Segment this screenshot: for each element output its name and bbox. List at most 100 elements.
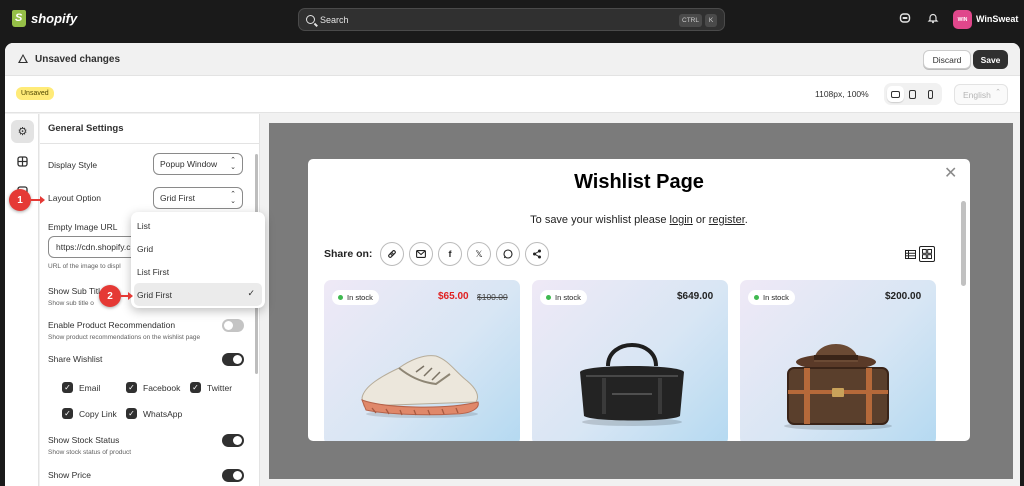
stock-badge: In stock — [332, 290, 379, 305]
display-style-select[interactable]: Popup Window ⌃ ⌄ — [153, 153, 243, 175]
empty-image-label: Empty Image URL — [48, 222, 118, 232]
login-link[interactable]: login — [670, 214, 693, 226]
show-price-toggle[interactable] — [222, 469, 244, 482]
chevron-updown-icon: ⌃ ⌄ — [230, 157, 236, 171]
duffel-bag-image — [580, 343, 684, 426]
x-icon[interactable]: 𝕏 — [467, 242, 491, 266]
login-message: To save your wishlist please login or re… — [308, 214, 970, 226]
message-suffix: . — [744, 214, 748, 226]
stock-status-hint: Show stock status of product — [48, 449, 132, 456]
sidekick-icon[interactable] — [898, 12, 912, 26]
grid-view-icon[interactable] — [919, 246, 935, 262]
checkmark-icon: ✓ — [190, 382, 201, 393]
show-price-label: Show Price — [48, 470, 91, 480]
checkmark-icon: ✓ — [62, 382, 73, 393]
dropdown-option-grid-first[interactable]: Grid First ✓ — [134, 283, 262, 306]
share-facebook-checkbox[interactable]: ✓ Facebook — [126, 382, 180, 393]
step-arrow-1 — [31, 196, 45, 204]
checkmark-icon: ✓ — [126, 408, 137, 419]
step-arrow-2 — [121, 292, 133, 300]
panel-divider — [40, 143, 259, 144]
product-recommendation-toggle[interactable] — [222, 319, 244, 332]
email-icon[interactable] — [409, 242, 433, 266]
settings-rail-button[interactable]: ⚙ — [11, 120, 34, 143]
tablet-view-button[interactable] — [904, 86, 921, 102]
viewport-info: 1108px, 100% — [815, 89, 869, 99]
checkmark-icon: ✓ — [62, 408, 73, 419]
stock-badge: In stock — [748, 290, 795, 305]
share-wishlist-label: Share Wishlist — [48, 354, 103, 364]
option-label: Grid First — [137, 289, 172, 300]
list-view-icon[interactable] — [902, 246, 918, 262]
device-switcher — [884, 83, 942, 105]
tablet-icon — [909, 89, 917, 99]
chevron-updown-icon: ⌃ ⌄ — [230, 191, 236, 205]
hat-and-trunk-image — [784, 344, 892, 430]
message-middle: or — [692, 214, 709, 226]
layout-option-dropdown: List Grid List First Grid First ✓ — [131, 212, 265, 308]
share-whatsapp-checkbox[interactable]: ✓ WhatsApp — [126, 408, 182, 419]
step-marker-2: 2 — [99, 285, 121, 307]
product-card[interactable]: In stock $200.00 — [740, 280, 936, 441]
search-bar[interactable]: Search CTRL K — [298, 8, 725, 31]
option-label: List First — [137, 266, 170, 277]
checkmark-icon: ✓ — [247, 288, 255, 298]
checkmark-icon: ✓ — [126, 382, 137, 393]
product-card[interactable]: In stock $65.00 $100.00 — [324, 280, 520, 441]
step-marker-1: 1 — [9, 189, 31, 211]
share-copy-link-checkbox[interactable]: ✓ Copy Link — [62, 408, 117, 419]
sub-title-hint: Show sub title o — [48, 300, 94, 307]
unsaved-title: Unsaved changes — [35, 54, 121, 65]
in-stock-dot — [546, 295, 551, 300]
share-label: Share on: — [324, 248, 373, 260]
dropdown-option-grid[interactable]: Grid — [134, 237, 262, 260]
share-copy-link-label: Copy Link — [79, 408, 117, 419]
product-price: $649.00 — [677, 291, 714, 302]
mobile-icon — [927, 89, 933, 99]
stock-status-toggle[interactable] — [222, 434, 244, 447]
editor-header: Unsaved changes Discard Save — [5, 43, 1020, 76]
share-twitter-checkbox[interactable]: ✓ Twitter — [190, 382, 232, 393]
sale-price: $65.00 — [438, 291, 469, 302]
dropdown-option-list-first[interactable]: List First — [134, 260, 262, 283]
register-link[interactable]: register — [709, 214, 745, 226]
stock-text: In stock — [347, 293, 373, 302]
mobile-view-button[interactable] — [922, 86, 939, 102]
gear-icon: ⚙ — [17, 126, 28, 138]
share-email-checkbox[interactable]: ✓ Email — [62, 382, 100, 393]
shortcut-ctrl: CTRL — [679, 14, 702, 27]
save-button[interactable]: Save — [973, 50, 1008, 69]
share-facebook-label: Facebook — [143, 382, 181, 393]
editor-rail: ⚙ — [5, 114, 39, 486]
dropdown-option-list[interactable]: List — [134, 214, 262, 237]
facebook-icon[interactable]: f — [438, 242, 462, 266]
unsaved-badge: Unsaved — [16, 87, 54, 100]
shopify-logo[interactable]: shopify — [12, 10, 77, 27]
editor-toolbar: Unsaved 1108px, 100% English — [5, 76, 1020, 113]
stock-text: In stock — [555, 293, 581, 302]
store-name[interactable]: WinSweat — [976, 14, 1018, 24]
in-stock-dot — [754, 295, 759, 300]
shortcut-k: K — [705, 14, 717, 27]
share-wishlist-toggle[interactable] — [222, 353, 244, 366]
language-select[interactable]: English — [954, 84, 1008, 105]
warning-icon — [18, 54, 28, 63]
apps-rail-button[interactable] — [11, 150, 34, 173]
logo-text: shopify — [31, 11, 78, 26]
compare-price: $100.00 — [477, 292, 508, 302]
product-recommendation-label: Enable Product Recommendation — [48, 320, 176, 330]
product-card[interactable]: In stock $649.00 — [532, 280, 728, 441]
blocks-icon — [17, 156, 28, 167]
desktop-view-button[interactable] — [887, 86, 905, 102]
layout-option-select[interactable]: Grid First ⌃ ⌄ — [153, 187, 243, 209]
stock-badge: In stock — [540, 290, 587, 305]
admin-topbar: shopify Search CTRL K WIN WinSweat — [0, 0, 1024, 40]
link-icon[interactable] — [380, 242, 404, 266]
share-icon[interactable] — [525, 242, 549, 266]
store-avatar[interactable]: WIN — [953, 10, 972, 29]
search-icon — [306, 15, 315, 24]
discard-button[interactable]: Discard — [923, 50, 971, 69]
whatsapp-icon[interactable] — [496, 242, 520, 266]
empty-image-hint: URL of the image to displ — [48, 263, 121, 270]
bell-icon[interactable] — [926, 12, 940, 26]
